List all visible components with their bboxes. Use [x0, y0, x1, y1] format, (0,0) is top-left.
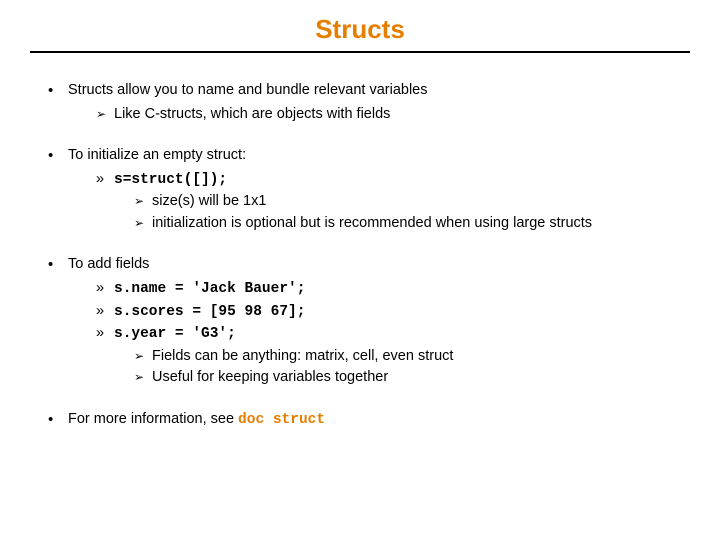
bullet-2-sub-2: initialization is optional but is recomm… — [134, 214, 690, 234]
code-scores: s.scores = [95 98 67]; — [114, 304, 305, 320]
bullet-2-text: To initialize an empty struct: — [68, 147, 246, 163]
bullet-3-text: To add fields — [68, 256, 149, 272]
bullet-2: To initialize an empty struct: s=struct(… — [48, 146, 690, 233]
bullet-4: For more information, see doc struct — [48, 410, 690, 431]
bullet-3-code-1: s.name = 'Jack Bauer'; — [96, 279, 690, 300]
bullet-list: Structs allow you to name and bundle rel… — [30, 81, 690, 430]
bullet-2-sublist: s=struct([]); size(s) will be 1x1 initia… — [68, 170, 690, 234]
bullet-1-sub-1: Like C-structs, which are objects with f… — [96, 105, 690, 125]
bullet-2-sub-sublist: size(s) will be 1x1 initialization is op… — [114, 192, 690, 233]
code-struct-init: s=struct([]); — [114, 172, 227, 188]
bullet-3-sub-2: Useful for keeping variables together — [134, 368, 690, 388]
bullet-1-text: Structs allow you to name and bundle rel… — [68, 82, 427, 98]
slide: Structs Structs allow you to name and bu… — [0, 0, 720, 540]
code-year: s.year = 'G3'; — [114, 326, 236, 342]
bullet-3-sublist: s.name = 'Jack Bauer'; s.scores = [95 98… — [68, 279, 690, 388]
bullet-1: Structs allow you to name and bundle rel… — [48, 81, 690, 124]
bullet-1-sublist: Like C-structs, which are objects with f… — [68, 105, 690, 125]
bullet-2-sub-1: size(s) will be 1x1 — [134, 192, 690, 212]
slide-title: Structs — [30, 14, 690, 51]
bullet-3-code-3: s.year = 'G3'; Fields can be anything: m… — [96, 324, 690, 388]
title-rule — [30, 51, 690, 53]
bullet-3-sub-sublist: Fields can be anything: matrix, cell, ev… — [114, 347, 690, 388]
code-name: s.name = 'Jack Bauer'; — [114, 281, 305, 297]
bullet-2-code: s=struct([]); size(s) will be 1x1 initia… — [96, 170, 690, 234]
bullet-3-sub-1: Fields can be anything: matrix, cell, ev… — [134, 347, 690, 367]
bullet-4-text-pre: For more information, see — [68, 411, 238, 427]
bullet-3-code-2: s.scores = [95 98 67]; — [96, 302, 690, 323]
slide-content: Structs allow you to name and bundle rel… — [30, 81, 690, 430]
bullet-3: To add fields s.name = 'Jack Bauer'; s.s… — [48, 255, 690, 387]
code-doc-struct: doc struct — [238, 412, 325, 428]
